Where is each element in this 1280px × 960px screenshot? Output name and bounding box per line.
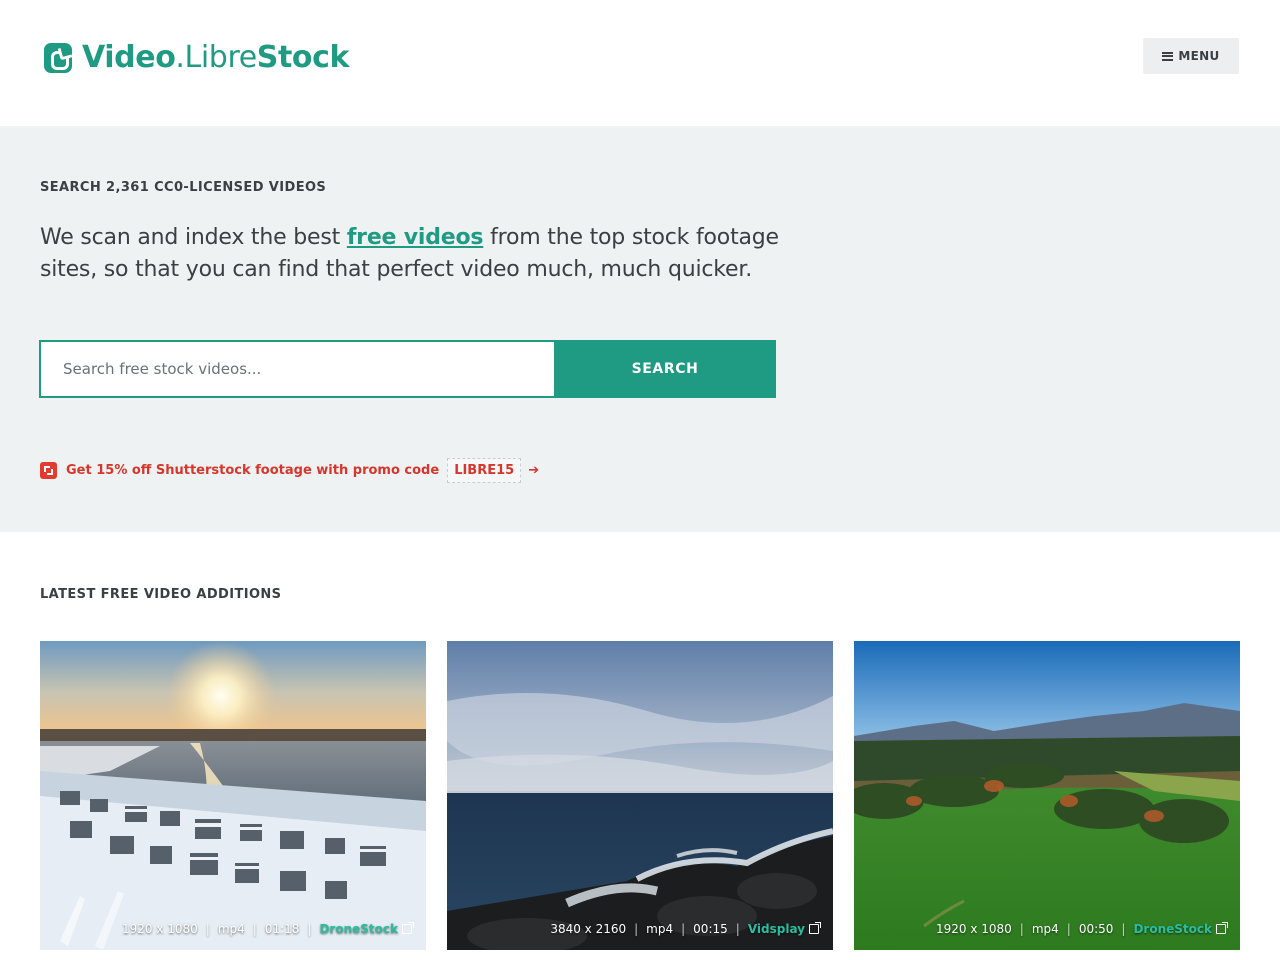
intro-text: We scan and index the best free videos f… <box>40 225 779 282</box>
video-meta: 3840 x 2160 | mp4 | 00:15 | Vidsplay <box>550 922 821 936</box>
menu-label: MENU <box>1178 49 1220 63</box>
video-count-heading: SEARCH 2,361 CC0-LICENSED VIDEOS <box>40 180 327 195</box>
external-link-icon <box>402 922 414 934</box>
free-videos-link[interactable]: free videos <box>347 225 484 250</box>
video-duration: 01:18 <box>264 922 300 936</box>
menu-button[interactable]: MENU <box>1143 38 1239 74</box>
site-header: Video.LibreStock MENU <box>0 0 1280 126</box>
video-source-link[interactable]: Vidsplay <box>748 922 805 936</box>
search-button[interactable]: SEARCH <box>554 340 776 398</box>
promo-code: LIBRE15 <box>447 458 522 483</box>
search-form: SEARCH <box>39 340 776 398</box>
video-source-link[interactable]: DroneStock <box>1133 922 1212 936</box>
video-thumbnail <box>40 641 426 950</box>
video-meta: 1920 x 1080 | mp4 | 00:50 | DroneStock <box>935 922 1228 936</box>
video-duration: 00:15 <box>693 922 728 936</box>
video-source-link[interactable]: DroneStock <box>319 922 398 936</box>
hamburger-icon <box>1162 51 1174 61</box>
search-input[interactable] <box>39 340 554 398</box>
external-link-icon <box>809 922 821 934</box>
video-thumbnail <box>447 641 833 950</box>
video-format: mp4 <box>1031 922 1059 936</box>
video-format: mp4 <box>217 922 245 936</box>
logo-icon <box>44 42 72 73</box>
site-logo[interactable]: Video.LibreStock <box>44 40 349 75</box>
video-resolution: 1920 x 1080 <box>935 922 1012 936</box>
video-duration: 00:50 <box>1078 922 1114 936</box>
promo-text: Get 15% off Shutterstock footage with pr… <box>66 463 440 478</box>
video-resolution: 1920 x 1080 <box>121 922 198 936</box>
video-card[interactable]: 3840 x 2160 | mp4 | 00:15 | Vidsplay <box>447 641 833 950</box>
video-card[interactable]: 1920 x 1080 | mp4 | 00:50 | DroneStock <box>854 641 1240 950</box>
arrow-right-icon: ➔ <box>528 463 540 478</box>
video-thumbnail <box>854 641 1240 950</box>
logo-text: Video.LibreStock <box>82 40 350 75</box>
external-link-icon <box>1216 922 1228 934</box>
video-resolution: 3840 x 2160 <box>550 922 627 936</box>
latest-section-title: LATEST FREE VIDEO ADDITIONS <box>40 587 282 602</box>
promo-link[interactable]: Get 15% off Shutterstock footage with pr… <box>40 458 539 483</box>
video-meta: 1920 x 1080 | mp4 | 01:18 | DroneStock <box>121 922 414 936</box>
hero-section: SEARCH 2,361 CC0-LICENSED VIDEOS We scan… <box>0 126 1280 532</box>
video-card[interactable]: 1920 x 1080 | mp4 | 01:18 | DroneStock <box>40 641 426 950</box>
video-format: mp4 <box>646 922 674 936</box>
shutterstock-icon <box>40 462 57 479</box>
